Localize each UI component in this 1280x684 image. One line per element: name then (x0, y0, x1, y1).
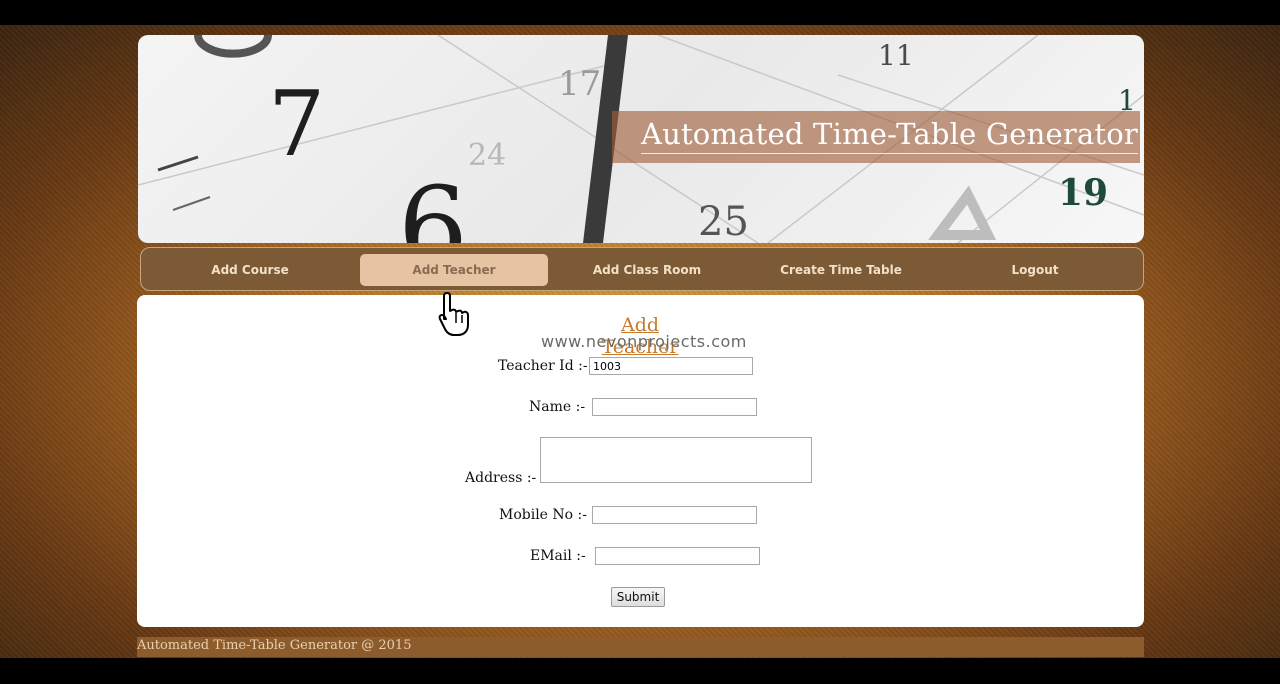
app-title: Automated Time-Table Generator (640, 117, 1138, 154)
page-background: 7 6 17 24 25 11 19 1 Automated Time-Tabl… (0, 25, 1280, 658)
svg-text:7: 7 (268, 72, 325, 177)
nav-add-class-room[interactable]: Add Class Room (553, 254, 741, 286)
svg-text:17: 17 (558, 64, 601, 104)
nav-add-teacher[interactable]: Add Teacher (360, 254, 548, 286)
svg-text:25: 25 (698, 199, 749, 243)
watermark-text: www.nevonprojects.com (541, 332, 747, 351)
form-panel: Add Teacher www.nevonprojects.com Teache… (137, 295, 1144, 627)
mobile-label: Mobile No :- (499, 507, 587, 523)
svg-text:24: 24 (468, 138, 506, 173)
address-textarea[interactable] (540, 437, 812, 483)
footer-text: Automated Time-Table Generator @ 2015 (137, 638, 412, 653)
main-navigation: Add Course Add Teacher Add Class Room Cr… (140, 247, 1144, 291)
mobile-input[interactable] (592, 506, 757, 524)
email-input[interactable] (595, 547, 760, 565)
svg-text:6: 6 (398, 163, 468, 243)
header-banner: 7 6 17 24 25 11 19 1 Automated Time-Tabl… (138, 35, 1144, 243)
nav-logout[interactable]: Logout (941, 254, 1129, 286)
footer-bar: Automated Time-Table Generator @ 2015 (137, 637, 1144, 657)
hand-pointer-icon (438, 292, 469, 336)
submit-button[interactable]: Submit (611, 587, 665, 607)
nav-add-course[interactable]: Add Course (156, 254, 344, 286)
svg-text:19: 19 (1058, 172, 1108, 214)
address-label: Address :- (465, 470, 537, 486)
teacher-id-input[interactable]: 1003 (589, 357, 753, 375)
name-label: Name :- (529, 399, 586, 415)
teacher-id-label: Teacher Id :- (498, 358, 588, 374)
name-input[interactable] (592, 398, 757, 416)
email-label: EMail :- (530, 548, 586, 564)
nav-create-time-table[interactable]: Create Time Table (747, 254, 935, 286)
svg-text:11: 11 (878, 39, 914, 72)
